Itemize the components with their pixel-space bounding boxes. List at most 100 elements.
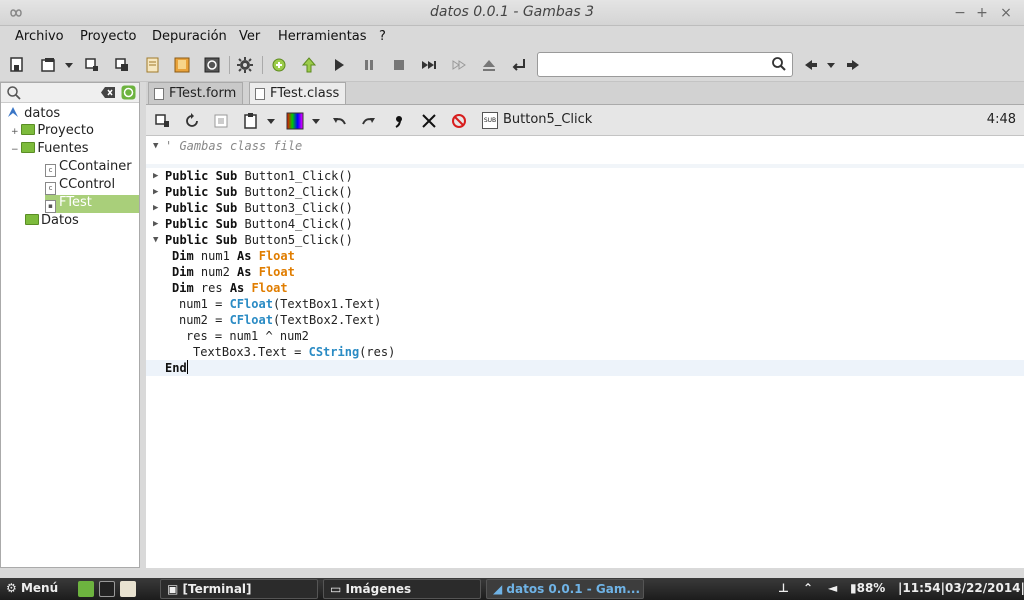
menu-ver[interactable]: Ver xyxy=(239,29,260,44)
tree-item-ftest[interactable]: ▪ FTest xyxy=(45,195,139,213)
new-project-icon[interactable] xyxy=(8,56,26,74)
open-form-icon[interactable] xyxy=(154,112,172,130)
procedure-selector[interactable]: Button5_Click xyxy=(503,112,592,127)
redo-icon[interactable] xyxy=(360,112,378,130)
code-line: ▼ ' Gambas class file xyxy=(146,138,1024,154)
project-book-icon[interactable] xyxy=(173,56,191,74)
chevron-up-icon[interactable]: ⌃ xyxy=(803,581,813,595)
make-executable-icon[interactable] xyxy=(203,56,221,74)
arrow-left-icon[interactable] xyxy=(802,56,820,74)
clear-icon[interactable] xyxy=(100,86,116,99)
save-as-icon[interactable] xyxy=(113,56,131,74)
arrow-right-icon[interactable] xyxy=(844,56,862,74)
color-picker-icon[interactable] xyxy=(286,112,304,130)
clock[interactable]: |11:54|03/22/2014| xyxy=(898,581,1024,595)
tree-root[interactable]: datos xyxy=(6,105,60,123)
menu-proyecto[interactable]: Proyecto xyxy=(80,29,137,44)
chevron-down-icon[interactable] xyxy=(60,56,73,74)
paste-icon[interactable] xyxy=(242,112,260,130)
battery-indicator[interactable]: ▮88% xyxy=(850,581,885,595)
close-button[interactable]: × xyxy=(996,3,1016,23)
network-icon[interactable]: ⊥ xyxy=(778,581,789,595)
menu-help[interactable]: ? xyxy=(379,29,386,44)
tree-filter-bar xyxy=(1,83,139,103)
info-icon[interactable] xyxy=(121,85,136,100)
compile-all-icon[interactable] xyxy=(300,56,318,74)
fold-down-icon[interactable]: ▼ xyxy=(153,232,158,248)
tree-item-fuentes[interactable]: − Fuentes xyxy=(11,141,89,159)
tree-item-datos[interactable]: Datos xyxy=(25,213,79,231)
return-icon[interactable] xyxy=(510,56,528,74)
stop-icon[interactable] xyxy=(390,56,408,74)
tree-item-ccontrol[interactable]: c CControl xyxy=(45,177,115,195)
taskbar-window-label: Imágenes xyxy=(345,582,412,596)
gear-icon[interactable] xyxy=(236,56,254,74)
code-line-current: End xyxy=(146,360,1024,376)
tab-ftest-class[interactable]: FTest.class xyxy=(249,82,347,104)
step-over-icon[interactable] xyxy=(450,56,468,74)
properties-icon[interactable] xyxy=(144,56,162,74)
text-editor-icon[interactable] xyxy=(120,581,136,597)
uncomment-icon[interactable] xyxy=(420,112,438,130)
compile-icon[interactable] xyxy=(270,56,288,74)
clear-breakpoints-icon[interactable] xyxy=(450,112,468,130)
reload-icon[interactable] xyxy=(183,112,201,130)
undo-icon[interactable] xyxy=(330,112,348,130)
code-line: TextBox3.Text = CString(res) xyxy=(193,345,396,359)
save-file-icon[interactable] xyxy=(212,112,230,130)
step-out-icon[interactable] xyxy=(480,56,498,74)
menu-archivo[interactable]: Archivo xyxy=(15,29,64,44)
pause-icon[interactable] xyxy=(360,56,378,74)
save-project-icon[interactable] xyxy=(83,56,101,74)
tree-item-label: FTest xyxy=(59,195,92,210)
tree-item-label: CContainer xyxy=(59,159,132,174)
window-title: datos 0.0.1 - Gambas 3 xyxy=(429,4,595,20)
gambas-icon: ◢ xyxy=(493,582,503,596)
tree-root-label: datos xyxy=(24,106,61,121)
volume-icon[interactable]: ◄ xyxy=(828,581,837,595)
menu-herramientas[interactable]: Herramientas xyxy=(278,29,367,44)
taskbar-window-gambas[interactable]: ◢ datos 0.0.1 - Gam... xyxy=(486,579,644,599)
chevron-down-icon-4[interactable] xyxy=(307,112,320,130)
tab-label: FTest.form xyxy=(169,86,237,101)
fold-right-icon[interactable]: ▶ xyxy=(153,216,158,232)
code-line: num2 = CFloat(TextBox2.Text) xyxy=(179,313,382,327)
tab-ftest-form[interactable]: FTest.form xyxy=(148,82,244,104)
search-box xyxy=(537,52,793,77)
start-menu[interactable]: ⚙ Menú xyxy=(6,581,58,595)
fold-right-icon[interactable]: ▶ xyxy=(153,200,158,216)
code-line: Dim num1 As Float xyxy=(172,249,295,263)
code-line: Dim num2 As Float xyxy=(172,265,295,279)
title-bar: datos 0.0.1 - Gambas 3 − + × xyxy=(0,0,1024,26)
tree-item-label: Fuentes xyxy=(37,141,89,156)
code-line: Dim res As Float xyxy=(172,281,288,295)
tree-item-ccontainer[interactable]: c CContainer xyxy=(45,159,132,177)
code-line: ▶ Public Sub Button1_Click() xyxy=(153,168,353,184)
chevron-down-icon-3[interactable] xyxy=(262,112,275,130)
search-input[interactable] xyxy=(542,54,767,75)
fold-right-icon[interactable]: ▶ xyxy=(153,184,158,200)
file-manager-icon[interactable] xyxy=(78,581,94,597)
menu-depuracion[interactable]: Depuración xyxy=(152,29,227,44)
battery-icon: ▮ xyxy=(850,581,857,595)
search-icon[interactable] xyxy=(6,85,22,101)
open-project-icon[interactable] xyxy=(40,56,58,74)
step-forward-icon[interactable] xyxy=(420,56,438,74)
fold-right-icon[interactable]: ▶ xyxy=(153,168,158,184)
class-file-icon: c xyxy=(45,182,56,195)
fold-down-icon[interactable]: ▼ xyxy=(153,138,158,154)
form-file-icon xyxy=(154,88,164,100)
play-icon[interactable] xyxy=(330,56,348,74)
code-line: res = num1 ^ num2 xyxy=(186,329,309,343)
search-icon[interactable] xyxy=(771,56,787,72)
code-editor[interactable]: ▼ ' Gambas class file ▶ Public Sub Butto… xyxy=(146,136,1024,568)
maximize-button[interactable]: + xyxy=(972,3,992,23)
taskbar-window-imagenes[interactable]: ▭ Imágenes xyxy=(323,579,481,599)
comment-icon[interactable] xyxy=(390,112,408,130)
class-file-icon xyxy=(255,88,265,100)
minimize-button[interactable]: − xyxy=(950,3,970,23)
taskbar-window-terminal[interactable]: ▣ [Terminal] xyxy=(160,579,318,599)
terminal-icon[interactable] xyxy=(99,581,115,597)
tree-item-proyecto[interactable]: + Proyecto xyxy=(11,123,94,141)
chevron-down-icon-2[interactable] xyxy=(822,56,835,74)
